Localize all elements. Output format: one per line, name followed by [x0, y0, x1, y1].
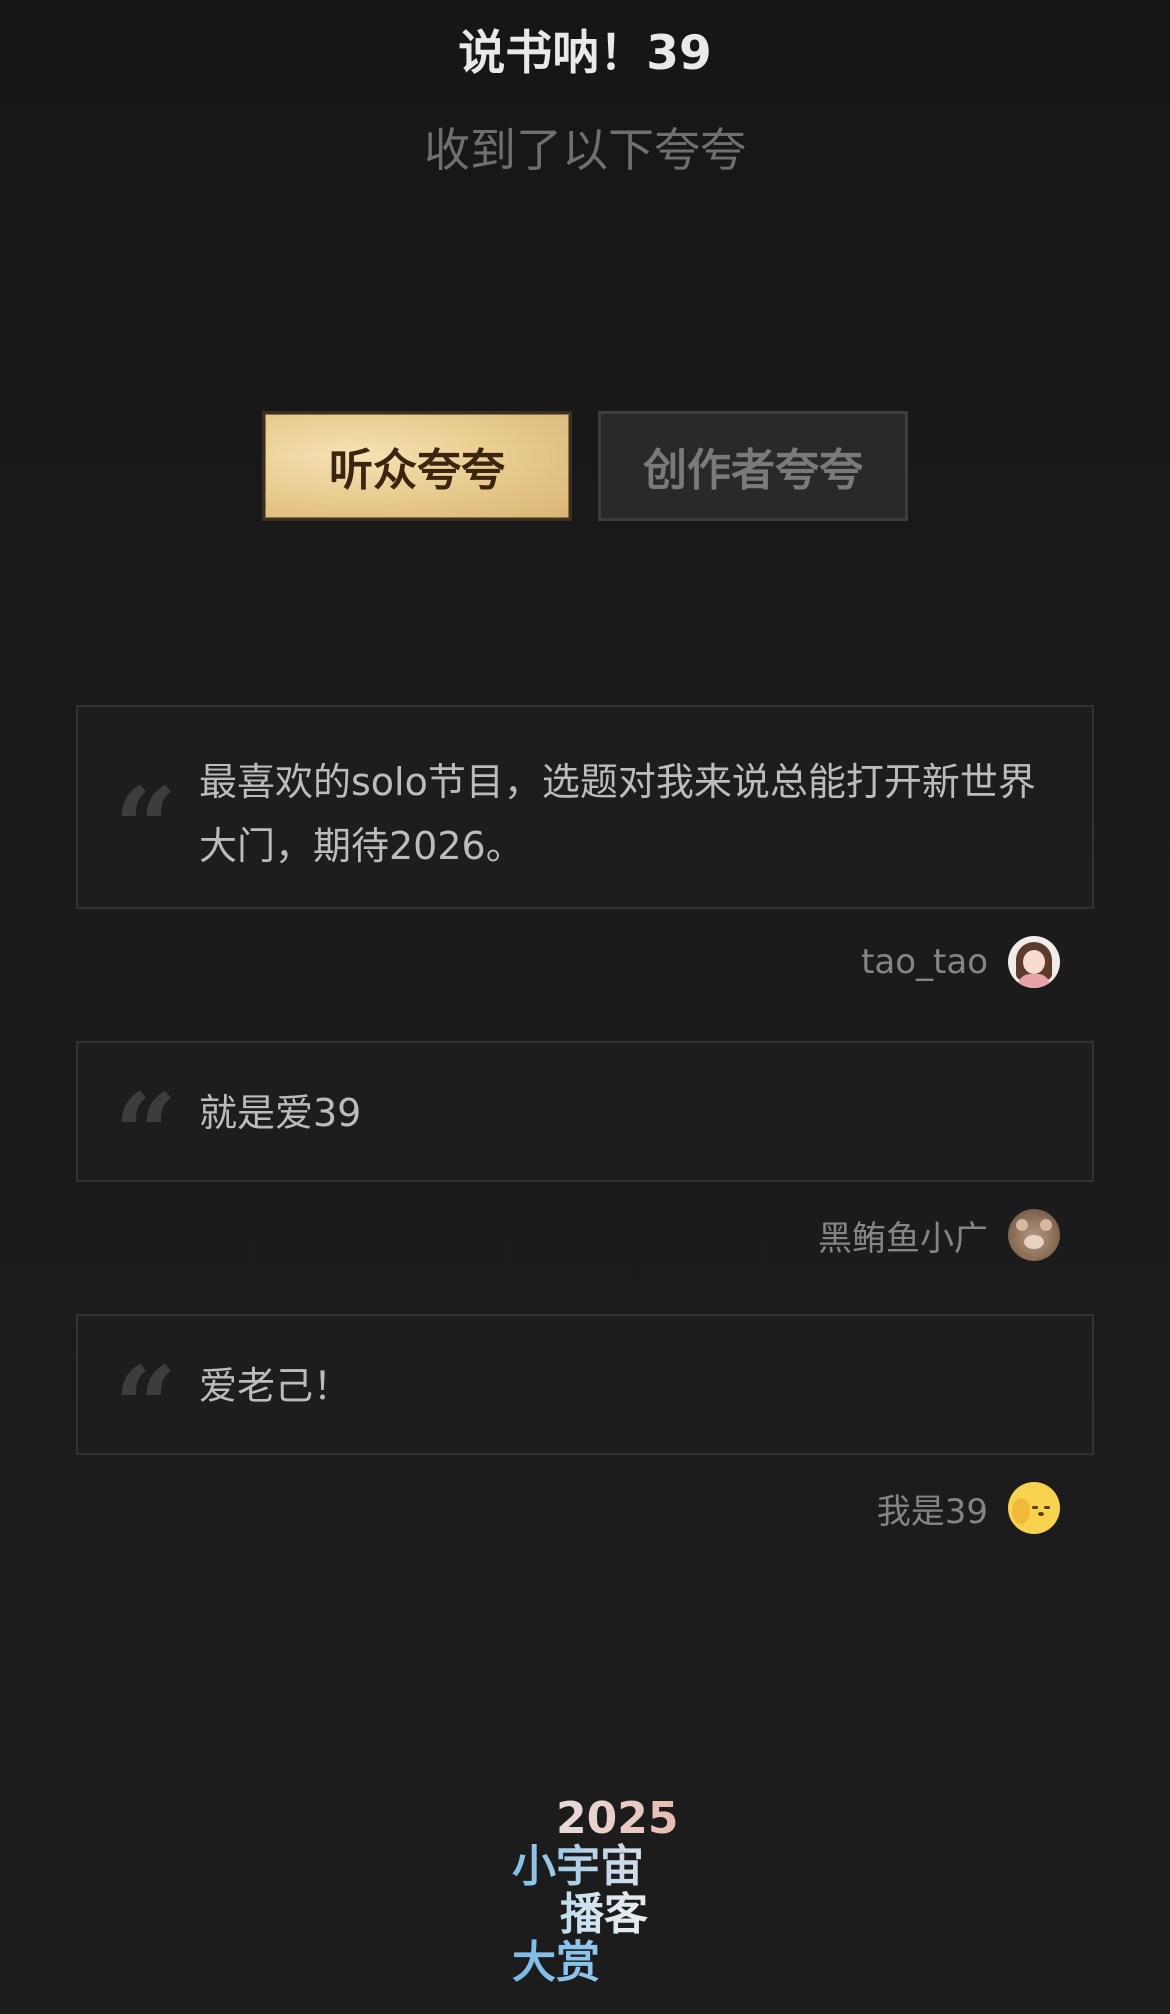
- page-title: 说书呐！39: [458, 26, 712, 81]
- avatar[interactable]: [1008, 1209, 1060, 1261]
- comment-author: 我是39: [877, 1482, 1060, 1534]
- comment-card: “ 就是爱39: [76, 1041, 1094, 1189]
- author-name: tao_tao: [861, 942, 988, 982]
- comment-author: 黑鲔鱼小广: [818, 1209, 1060, 1261]
- author-name: 我是39: [876, 1491, 988, 1532]
- comment-text: 就是爱39: [199, 1091, 362, 1135]
- author-name: 黑鲔鱼小广: [818, 1218, 988, 1259]
- quote-icon: “: [114, 1342, 177, 1471]
- logo-year: 2025: [508, 1795, 688, 1843]
- comment-card: “ 最喜欢的solo节目，选题对我来说总能打开新世界大门，期待2026。: [76, 705, 1094, 909]
- comment-text: 最喜欢的solo节目，选题对我来说总能打开新世界大门，期待2026。: [199, 760, 1036, 868]
- tab-listener-praise[interactable]: 听众夸夸: [262, 411, 572, 521]
- logo-line-4: 大赏: [508, 1939, 688, 1987]
- avatar[interactable]: [1008, 936, 1060, 988]
- page-subtitle: 收到了以下夸夸: [424, 123, 746, 177]
- comment-text: 爱老己！: [199, 1364, 352, 1408]
- comment-card: “ 爱老己！: [76, 1314, 1094, 1462]
- tab-bar: 听众夸夸 创作者夸夸: [262, 411, 908, 521]
- tab-creator-praise[interactable]: 创作者夸夸: [598, 411, 908, 521]
- comment-author: tao_tao: [861, 936, 1060, 988]
- quote-icon: “: [114, 1069, 177, 1198]
- logo-line-2: 小宇宙: [508, 1843, 688, 1891]
- logo-line-3: 播客: [508, 1891, 688, 1939]
- event-logo: 2025 小宇宙 播客 大赏: [508, 1795, 688, 1987]
- quote-icon: “: [114, 763, 177, 892]
- avatar[interactable]: [1008, 1482, 1060, 1534]
